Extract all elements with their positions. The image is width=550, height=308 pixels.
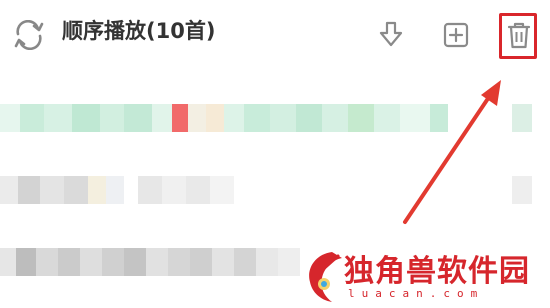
watermark: 独角兽软件园 luacan.com [300, 246, 550, 308]
blurred-cell [0, 176, 18, 204]
unicorn-logo-icon [309, 252, 342, 302]
blurred-cell [64, 176, 88, 204]
blurred-cell [40, 176, 64, 204]
blurred-cell [212, 248, 234, 276]
blurred-cell [210, 176, 234, 204]
blurred-cell [296, 104, 322, 132]
blurred-cell [80, 248, 102, 276]
blurred-cell [16, 248, 36, 276]
blurred-cell [18, 176, 40, 204]
blurred-cell [58, 248, 80, 276]
blurred-cell [322, 104, 348, 132]
blurred-cell [206, 104, 224, 132]
playlist-header: 顺序播放(10首) [0, 0, 550, 72]
blurred-cell [124, 104, 152, 132]
blurred-cell [224, 104, 244, 132]
download-icon[interactable] [376, 20, 406, 50]
blurred-cell [20, 104, 44, 132]
blurred-cell [512, 176, 532, 204]
blurred-cell [256, 248, 278, 276]
blurred-cell [0, 104, 20, 132]
watermark-title: 独角兽软件园 [344, 254, 530, 289]
blurred-cell [106, 176, 124, 204]
blurred-cell [190, 248, 212, 276]
blurred-cell [100, 104, 124, 132]
blurred-cell [168, 248, 190, 276]
blurred-cell [152, 104, 172, 132]
blurred-cell [162, 176, 186, 204]
blurred-cell [400, 104, 430, 132]
blurred-cell [512, 104, 532, 132]
blurred-cell [44, 104, 72, 132]
blurred-cell [72, 104, 100, 132]
blurred-cell [172, 104, 188, 132]
blurred-cell [146, 248, 168, 276]
blurred-cell [88, 176, 106, 204]
blurred-cell [102, 248, 124, 276]
song-row[interactable] [0, 176, 550, 204]
blurred-cell [138, 176, 162, 204]
annotation-arrow-icon [403, 80, 501, 224]
blurred-cell [234, 248, 256, 276]
blurred-cell [374, 104, 400, 132]
song-row[interactable] [0, 104, 550, 132]
blurred-cell [244, 104, 270, 132]
trash-highlight-box [499, 13, 537, 59]
blurred-cell [36, 248, 58, 276]
add-icon[interactable] [442, 21, 470, 49]
blurred-cell [186, 176, 210, 204]
blurred-cell [348, 104, 374, 132]
song-row[interactable] [0, 248, 300, 276]
watermark-url: luacan.com [348, 287, 485, 300]
blurred-cell [278, 248, 300, 276]
blurred-cell [188, 104, 206, 132]
loop-icon[interactable] [12, 20, 46, 50]
blurred-cell [430, 104, 448, 132]
playlist-title: 顺序播放(10首) [62, 19, 216, 43]
blurred-cell [0, 248, 16, 276]
blurred-cell [270, 104, 296, 132]
blurred-cell [124, 248, 146, 276]
